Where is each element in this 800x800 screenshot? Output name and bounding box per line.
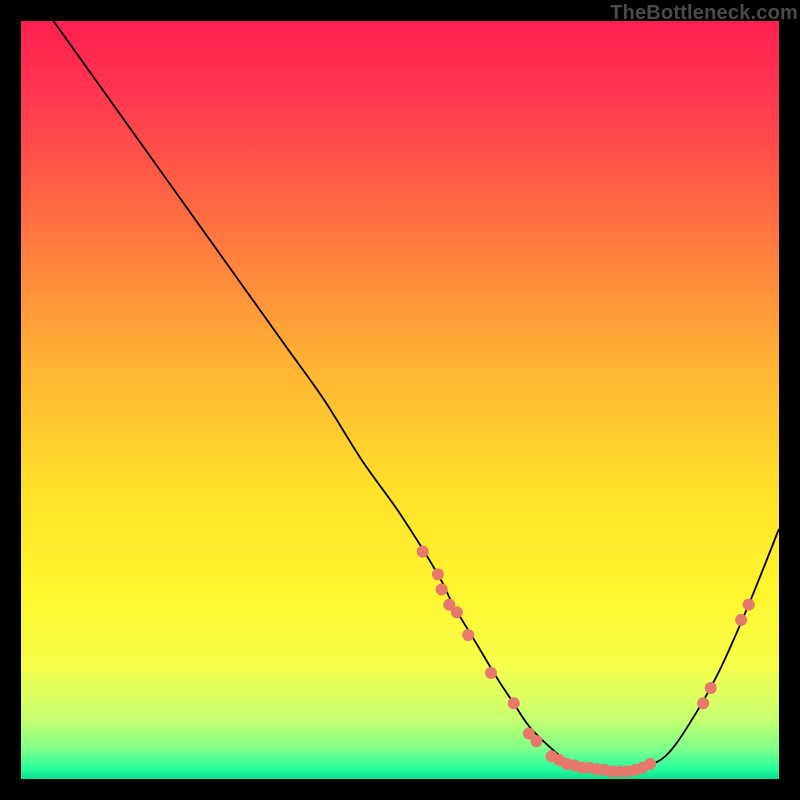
curve-marker-dot — [705, 682, 717, 694]
chart-svg — [21, 21, 779, 779]
curve-marker-dot — [417, 546, 429, 558]
curve-marker-dot — [735, 614, 747, 626]
curve-marker-dot — [530, 735, 542, 747]
watermark-text: TheBottleneck.com — [610, 2, 798, 25]
curve-marker-dot — [451, 606, 463, 618]
curve-marker-dot — [743, 599, 755, 611]
curve-marker-dot — [432, 568, 444, 580]
curve-marker-dot — [436, 584, 448, 596]
curve-marker-dot — [697, 697, 709, 709]
chart-frame — [21, 21, 779, 779]
curve-marker-dot — [508, 697, 520, 709]
curve-marker-dot — [485, 667, 497, 679]
curve-marker-dot — [644, 758, 656, 770]
curve-marker-dot — [462, 629, 474, 641]
